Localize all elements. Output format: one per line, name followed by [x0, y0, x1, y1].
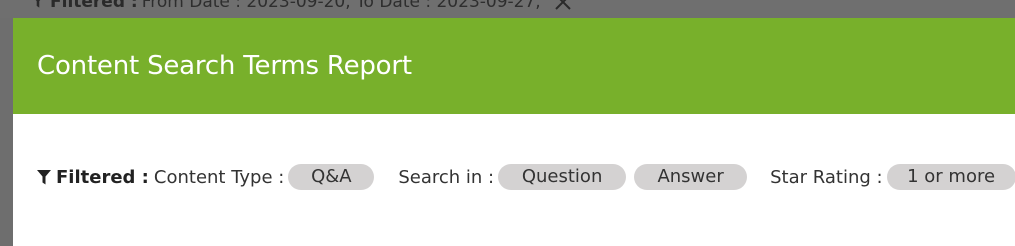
modal-title: Content Search Terms Report	[37, 51, 412, 81]
search-in-chip-answer: Answer	[634, 164, 748, 190]
background-filter-label: Filtered :	[50, 0, 138, 12]
filter-summary: Filtered : Content Type : Q&A Search in …	[37, 164, 1015, 190]
filtered-label: Filtered :	[56, 166, 149, 188]
search-in-label: Search in :	[398, 166, 495, 188]
content-type-chip: Q&A	[288, 164, 375, 190]
report-modal: Content Search Terms Report Filtered : C…	[13, 18, 1015, 246]
background-filter-bar: Filtered : From Date : 2023-09-20, To Da…	[0, 0, 1015, 18]
search-in-chip-question: Question	[498, 164, 627, 190]
funnel-icon	[35, 0, 41, 8]
close-icon[interactable]	[553, 0, 573, 12]
background-filter-summary: Filtered : From Date : 2023-09-20, To Da…	[32, 0, 573, 12]
content-type-label: Content Type :	[153, 166, 285, 188]
star-rating-label: Star Rating :	[770, 166, 883, 188]
funnel-icon	[37, 169, 51, 184]
background-filter-text: From Date : 2023-09-20, To Date : 2023-0…	[141, 0, 541, 12]
modal-header: Content Search Terms Report	[13, 18, 1015, 114]
star-rating-chip: 1 or more	[886, 164, 1015, 190]
